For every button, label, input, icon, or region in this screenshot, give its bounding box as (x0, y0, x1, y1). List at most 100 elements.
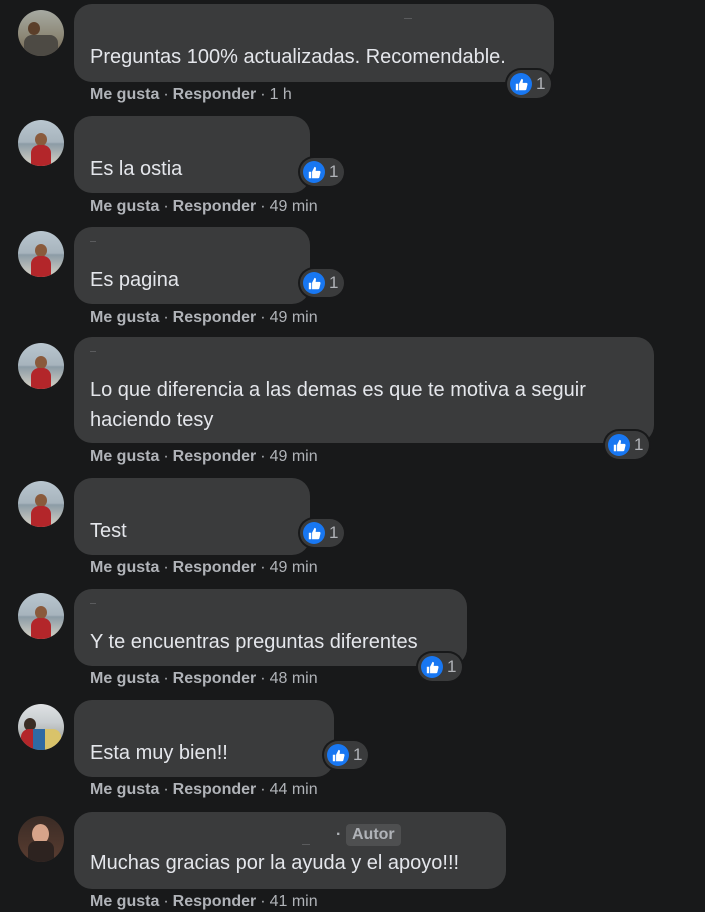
comment: Es pagina 1 Me gusta · Responder · 49 min (0, 223, 705, 335)
separator: · (163, 559, 169, 576)
comment-actions: Me gusta · Responder · 1 h (90, 86, 292, 104)
comment: Es la ostia 1 Me gusta · Responder · 49 min (0, 112, 705, 223)
commenter-name[interactable] (302, 844, 310, 845)
comment-bubble: Lo que diferencia a las demas es que te … (74, 337, 654, 443)
comment: Esta muy bien!! 1 Me gusta · Responder · 44 … (0, 698, 705, 810)
separator: · (163, 893, 169, 910)
comment-actions: Me gusta · Responder · 49 min (90, 448, 318, 466)
like-link[interactable]: Me gusta (90, 448, 159, 465)
commenter-name[interactable] (404, 18, 412, 19)
separator: · (163, 86, 169, 103)
like-reaction-icon (303, 522, 325, 544)
reply-link[interactable]: Responder (173, 781, 257, 798)
avatar[interactable] (18, 231, 64, 277)
comment: Y te encuentras preguntas diferentes 1 M… (0, 587, 705, 698)
comment-actions: Me gusta · Responder · 49 min (90, 198, 318, 216)
like-link[interactable]: Me gusta (90, 309, 159, 326)
reply-link[interactable]: Responder (173, 198, 257, 215)
like-link[interactable]: Me gusta (90, 559, 159, 576)
reaction-count-badge[interactable]: 1 (418, 653, 463, 681)
comment-text: Y te encuentras preguntas diferentes (90, 631, 418, 653)
separator: · (260, 781, 266, 798)
comment-bubble: . Autor Muchas gracias por la ayuda y el… (74, 812, 506, 889)
comment: Preguntas 100% actualizadas. Recomendabl… (0, 0, 705, 112)
like-reaction-icon (510, 73, 532, 95)
separator: · (163, 448, 169, 465)
comment-text: Es pagina (90, 269, 179, 291)
reaction-count: 1 (329, 273, 339, 292)
comment-bubble: Es pagina (74, 227, 310, 304)
avatar[interactable] (18, 816, 64, 862)
separator: · (260, 448, 266, 465)
reaction-count: 1 (353, 745, 363, 764)
reply-link[interactable]: Responder (173, 448, 257, 465)
separator: · (260, 309, 266, 326)
separator: · (163, 670, 169, 687)
reaction-count-badge[interactable]: 1 (300, 269, 345, 297)
reaction-count: 1 (447, 657, 457, 676)
reply-link[interactable]: Responder (173, 893, 257, 910)
comment-actions: Me gusta · Responder · 48 min (90, 670, 318, 688)
comment-bubble: Es la ostia (74, 116, 310, 193)
avatar[interactable] (18, 704, 64, 750)
comment-actions: Me gusta · Responder · 44 min (90, 781, 318, 799)
reaction-count: 1 (329, 162, 339, 181)
comment: Test 1 Me gusta · Responder · 49 min (0, 475, 705, 587)
like-reaction-icon (421, 656, 443, 678)
comment-timestamp[interactable]: 49 min (270, 309, 318, 326)
reaction-count-badge[interactable]: 1 (507, 70, 552, 98)
avatar[interactable] (18, 120, 64, 166)
reply-link[interactable]: Responder (173, 559, 257, 576)
comment-timestamp[interactable]: 49 min (270, 448, 318, 465)
reaction-count-badge[interactable]: 1 (605, 431, 650, 459)
commenter-name[interactable] (90, 351, 96, 352)
reaction-count-badge[interactable]: 1 (300, 158, 345, 186)
like-link[interactable]: Me gusta (90, 893, 159, 910)
comment: . Autor Muchas gracias por la ayuda y el… (0, 810, 705, 912)
avatar[interactable] (18, 343, 64, 389)
comment-text: Lo que diferencia a las demas es que te … (90, 379, 586, 431)
comment-text: Muchas gracias por la ayuda y el apoyo!!… (90, 852, 460, 874)
comment-text: Test (90, 520, 127, 542)
comment-text: Es la ostia (90, 158, 183, 180)
separator: · (260, 893, 266, 910)
comment-text: Preguntas 100% actualizadas. Recomendabl… (90, 46, 506, 68)
separator: · (163, 309, 169, 326)
separator: · (260, 86, 266, 103)
reaction-count: 1 (536, 74, 546, 93)
comment: Lo que diferencia a las demas es que te … (0, 335, 705, 475)
avatar[interactable] (18, 593, 64, 639)
reaction-count-badge[interactable]: 1 (324, 741, 369, 769)
comment-thread: Preguntas 100% actualizadas. Recomendabl… (0, 0, 705, 912)
like-reaction-icon (303, 272, 325, 294)
name-suffix: . (336, 822, 341, 839)
like-reaction-icon (303, 161, 325, 183)
like-link[interactable]: Me gusta (90, 86, 159, 103)
like-link[interactable]: Me gusta (90, 781, 159, 798)
separator: · (260, 198, 266, 215)
comment-timestamp[interactable]: 1 h (270, 86, 292, 103)
comment-timestamp[interactable]: 49 min (270, 559, 318, 576)
author-badge: Autor (346, 824, 401, 846)
like-link[interactable]: Me gusta (90, 670, 159, 687)
reaction-count: 1 (329, 523, 339, 542)
comment-bubble: Y te encuentras preguntas diferentes (74, 589, 467, 666)
separator: · (163, 198, 169, 215)
reply-link[interactable]: Responder (173, 86, 257, 103)
comment-bubble: Test (74, 478, 310, 555)
commenter-name[interactable] (90, 241, 96, 242)
like-reaction-icon (327, 744, 349, 766)
avatar[interactable] (18, 10, 64, 56)
comment-timestamp[interactable]: 48 min (270, 670, 318, 687)
reaction-count-badge[interactable]: 1 (300, 519, 345, 547)
comment-actions: Me gusta · Responder · 49 min (90, 309, 318, 327)
like-link[interactable]: Me gusta (90, 198, 159, 215)
comment-timestamp[interactable]: 41 min (270, 893, 318, 910)
comment-timestamp[interactable]: 44 min (270, 781, 318, 798)
avatar[interactable] (18, 481, 64, 527)
reaction-count: 1 (634, 435, 644, 454)
reply-link[interactable]: Responder (173, 670, 257, 687)
reply-link[interactable]: Responder (173, 309, 257, 326)
comment-timestamp[interactable]: 49 min (270, 198, 318, 215)
commenter-name[interactable] (90, 603, 96, 604)
